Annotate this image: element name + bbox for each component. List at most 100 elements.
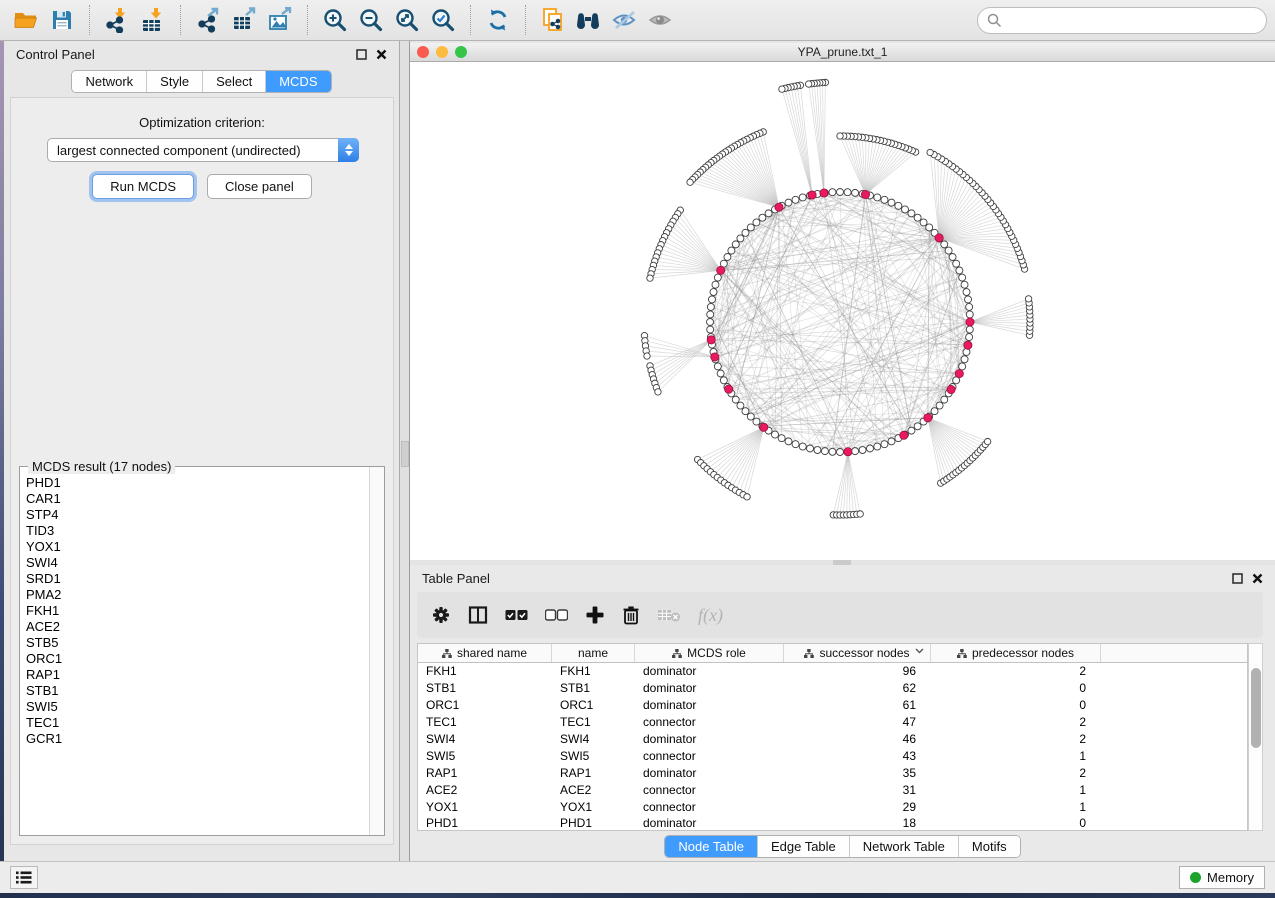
import-network-button[interactable] (99, 3, 135, 37)
network-node[interactable] (708, 296, 715, 303)
table-row[interactable]: SWI5SWI5connector431 (418, 747, 1247, 764)
network-node[interactable] (753, 219, 760, 226)
import-table-button[interactable] (135, 3, 171, 37)
float-panel-icon[interactable] (356, 49, 367, 60)
network-node[interactable] (837, 449, 844, 456)
search-box[interactable] (977, 7, 1267, 34)
export-image-button[interactable] (262, 3, 298, 37)
network-node[interactable] (742, 408, 749, 415)
column-view-button[interactable] (468, 600, 488, 630)
mcds-result-item[interactable]: STB1 (26, 683, 369, 699)
run-mcds-button[interactable]: Run MCDS (92, 174, 194, 199)
network-node[interactable] (844, 189, 851, 196)
tab-edge-table[interactable]: Edge Table (758, 836, 850, 857)
mcds-network-node[interactable] (717, 266, 725, 274)
select-all-button[interactable] (505, 600, 528, 630)
table-scrollbar[interactable] (1248, 643, 1263, 831)
network-node[interactable] (926, 224, 933, 231)
mcds-network-node[interactable] (711, 353, 719, 361)
network-node[interactable] (902, 206, 909, 213)
network-node[interactable] (805, 81, 811, 87)
network-node[interactable] (687, 179, 693, 185)
mcds-network-node[interactable] (844, 448, 852, 456)
network-node[interactable] (778, 435, 785, 442)
zoom-fit-button[interactable] (389, 3, 425, 37)
mcds-result-item[interactable]: GCR1 (26, 731, 369, 747)
network-node[interactable] (785, 199, 792, 206)
network-node[interactable] (724, 254, 731, 261)
optimization-criterion-select[interactable]: largest connected component (undirected) (47, 138, 359, 162)
splitter-grab-handle[interactable] (401, 441, 409, 467)
mcds-network-node[interactable] (947, 385, 955, 393)
refresh-button[interactable] (480, 3, 516, 37)
mcds-result-item[interactable]: STB5 (26, 635, 369, 651)
network-node[interactable] (959, 274, 966, 281)
tab-select[interactable]: Select (203, 71, 266, 92)
close-panel-icon[interactable] (376, 49, 387, 60)
network-node[interactable] (888, 438, 895, 445)
network-canvas[interactable] (410, 62, 1275, 560)
table-scrollbar-thumb[interactable] (1251, 668, 1261, 748)
network-node[interactable] (852, 189, 859, 196)
network-node[interactable] (717, 370, 724, 377)
mcds-result-item[interactable]: TEC1 (26, 715, 369, 731)
settings-gear-button[interactable] (431, 600, 451, 630)
tab-style[interactable]: Style (147, 71, 203, 92)
network-node[interactable] (644, 353, 650, 359)
table-row[interactable]: PHD1PHD1dominator180 (418, 815, 1247, 831)
network-node[interactable] (888, 199, 895, 206)
tab-mcds[interactable]: MCDS (266, 71, 330, 92)
network-node[interactable] (966, 334, 973, 341)
network-node[interactable] (927, 149, 933, 155)
mcds-result-item[interactable]: CAR1 (26, 491, 369, 507)
tab-network-table[interactable]: Network Table (850, 836, 959, 857)
network-node[interactable] (814, 447, 821, 454)
column-header-name[interactable]: name (552, 644, 635, 662)
network-node[interactable] (720, 377, 727, 384)
export-network-button[interactable] (190, 3, 226, 37)
network-node[interactable] (707, 303, 714, 310)
network-node[interactable] (710, 289, 717, 296)
column-header-shared-name[interactable]: shared name (418, 644, 552, 662)
network-node[interactable] (792, 441, 799, 448)
mcds-network-node[interactable] (775, 203, 783, 211)
table-row[interactable]: TEC1TEC1connector472 (418, 714, 1247, 731)
network-node[interactable] (961, 281, 968, 288)
close-panel-button[interactable]: Close panel (207, 174, 312, 199)
network-node[interactable] (941, 241, 948, 248)
tab-motifs[interactable]: Motifs (959, 836, 1020, 857)
network-node[interactable] (837, 189, 844, 196)
column-header-predecessor-nodes[interactable]: predecessor nodes (931, 644, 1101, 662)
network-node[interactable] (807, 445, 814, 452)
mcds-result-scrollbar[interactable] (369, 467, 384, 835)
network-node[interactable] (728, 247, 735, 254)
network-node[interactable] (712, 281, 719, 288)
export-table-button[interactable] (226, 3, 262, 37)
open-folder-button[interactable] (8, 3, 44, 37)
mcds-result-item[interactable]: SWI4 (26, 555, 369, 571)
network-node[interactable] (965, 296, 972, 303)
network-node[interactable] (829, 448, 836, 455)
network-node[interactable] (895, 202, 902, 209)
network-node[interactable] (945, 247, 952, 254)
network-node[interactable] (908, 210, 915, 217)
network-node[interactable] (765, 210, 772, 217)
tab-network[interactable]: Network (72, 71, 147, 92)
mcds-result-list[interactable]: PHD1CAR1STP4TID3YOX1SWI4SRD1PMA2FKH1ACE2… (21, 475, 369, 834)
mcds-result-item[interactable]: PHD1 (26, 475, 369, 491)
network-node[interactable] (966, 326, 973, 333)
network-node[interactable] (742, 229, 749, 236)
mcds-result-item[interactable]: SRD1 (26, 571, 369, 587)
first-neighbors-button[interactable] (571, 3, 607, 37)
network-node[interactable] (737, 235, 744, 242)
network-node[interactable] (747, 224, 754, 231)
network-node[interactable] (714, 363, 721, 370)
network-node[interactable] (799, 194, 806, 201)
network-node[interactable] (829, 189, 836, 196)
show-all-button[interactable] (643, 3, 679, 37)
delete-column-button[interactable] (622, 600, 640, 630)
network-node[interactable] (737, 402, 744, 409)
mcds-network-node[interactable] (861, 190, 869, 198)
network-node[interactable] (859, 447, 866, 454)
mcds-network-node[interactable] (924, 414, 932, 422)
